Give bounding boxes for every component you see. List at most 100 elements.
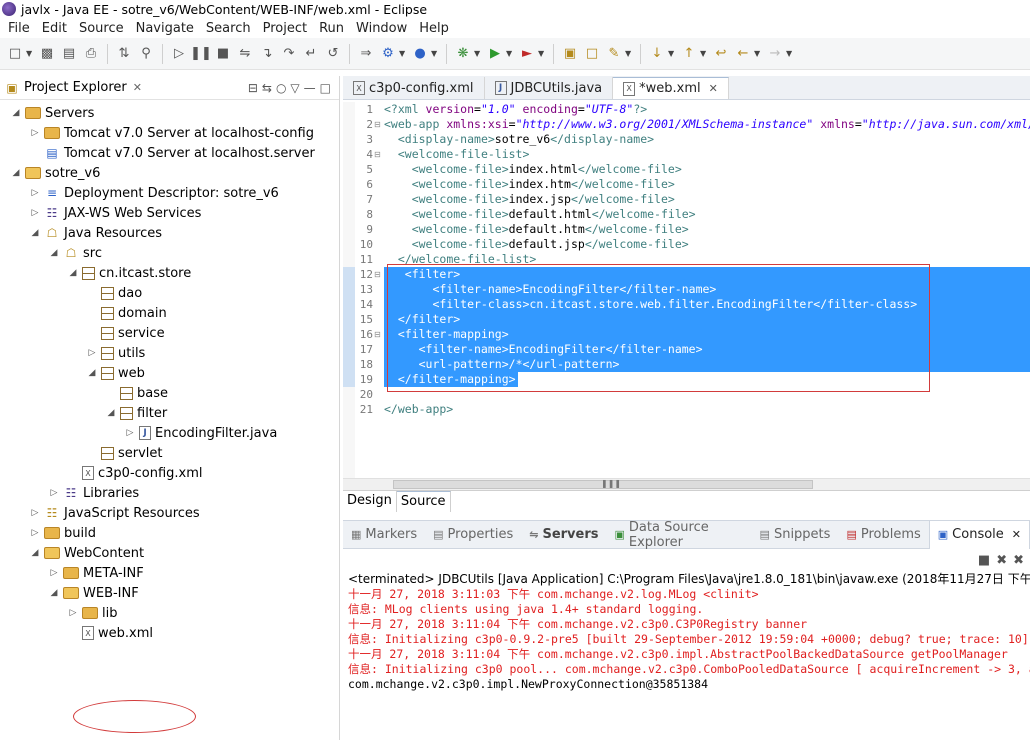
back-icon[interactable]: ← bbox=[732, 43, 754, 65]
tree-item[interactable]: ▷ ≡ Deployment Descriptor: sotre_v6 bbox=[29, 183, 279, 203]
tree-item[interactable]: dao bbox=[86, 283, 142, 303]
tab-c3p0-config[interactable]: X c3p0-config.xml bbox=[343, 77, 485, 99]
chevron-down-icon[interactable]: ▼ bbox=[474, 49, 482, 58]
chevron-down-icon[interactable]: ▼ bbox=[668, 49, 676, 58]
new-java-project-icon[interactable]: ▣ bbox=[559, 43, 581, 65]
tree-item[interactable]: ▷ J EncodingFilter.java bbox=[124, 423, 278, 443]
expanded-twisty-icon[interactable]: ◢ bbox=[105, 408, 117, 418]
minimize-icon[interactable]: — bbox=[304, 81, 316, 95]
tree-item[interactable]: ▷ lib bbox=[67, 603, 118, 623]
last-edit-icon[interactable]: ↩ bbox=[710, 43, 732, 65]
remove-all-terminated-icon[interactable]: ✖ bbox=[1013, 553, 1024, 568]
tree-item[interactable]: ◢ web bbox=[86, 363, 145, 383]
tab-servers[interactable]: ⇋ Servers bbox=[521, 521, 606, 549]
collapsed-twisty-icon[interactable]: ▷ bbox=[124, 428, 136, 438]
new-server-icon[interactable]: ⚙ bbox=[377, 43, 399, 65]
tree-item[interactable]: ▤ Tomcat v7.0 Server at localhost.server bbox=[29, 143, 314, 163]
project-explorer-title[interactable]: Project Explorer bbox=[24, 80, 127, 95]
tree-item[interactable]: ◢ cn.itcast.store bbox=[67, 263, 192, 283]
tab-web-xml[interactable]: X *web.xml ✕ bbox=[613, 77, 729, 99]
disconnect-icon[interactable]: ⇋ bbox=[234, 43, 256, 65]
chevron-down-icon[interactable]: ▼ bbox=[625, 49, 633, 58]
menu-source[interactable]: Source bbox=[73, 21, 130, 36]
save-icon[interactable]: ▩ bbox=[36, 43, 58, 65]
chevron-down-icon[interactable]: ▼ bbox=[26, 49, 34, 58]
step-return-icon[interactable]: ↵ bbox=[300, 43, 322, 65]
tab-jdbcutils[interactable]: J JDBCUtils.java bbox=[485, 77, 614, 99]
open-type-icon[interactable]: ⇅ bbox=[113, 43, 135, 65]
tab-data-source-explorer[interactable]: ▣ Data Source Explorer bbox=[606, 520, 751, 550]
menu-search[interactable]: Search bbox=[200, 21, 257, 36]
maximize-icon[interactable]: □ bbox=[320, 81, 331, 95]
tree-item[interactable]: ◢ sotre_v6 bbox=[10, 163, 101, 183]
open-perspective-icon[interactable]: □ bbox=[581, 43, 603, 65]
expanded-twisty-icon[interactable]: ◢ bbox=[10, 108, 22, 118]
fold-toggle-icon[interactable]: ⊟ bbox=[374, 147, 382, 162]
tree-item[interactable]: base bbox=[105, 383, 168, 403]
close-icon[interactable]: ✕ bbox=[1012, 528, 1021, 541]
tab-problems[interactable]: ▤ Problems bbox=[838, 521, 928, 549]
tree-item[interactable]: ▷ ☷ Libraries bbox=[48, 483, 140, 503]
chevron-down-icon[interactable]: ▼ bbox=[431, 49, 439, 58]
run-icon[interactable]: ▶ bbox=[484, 43, 506, 65]
tab-properties[interactable]: ▤ Properties bbox=[425, 521, 521, 549]
skip-breakpoints-icon[interactable]: ▷ bbox=[168, 43, 190, 65]
customize-view-icon[interactable]: ○ bbox=[276, 81, 286, 95]
tree-item[interactable]: ◢ ☖ src bbox=[48, 243, 102, 263]
tab-console[interactable]: ▣ Console ✕ bbox=[928, 520, 1030, 549]
tree-item[interactable]: domain bbox=[86, 303, 167, 323]
collapsed-twisty-icon[interactable]: ▷ bbox=[29, 508, 41, 518]
tree-item[interactable]: ◢ filter bbox=[105, 403, 168, 423]
menu-project[interactable]: Project bbox=[257, 21, 313, 36]
stop-icon[interactable]: ■ bbox=[978, 553, 990, 568]
terminate-icon[interactable]: ■ bbox=[212, 43, 234, 65]
open-web-browser-icon[interactable]: ● bbox=[409, 43, 431, 65]
link-with-editor-icon[interactable]: ⇆ bbox=[262, 81, 272, 95]
next-annotation-icon[interactable]: ↓ bbox=[646, 43, 668, 65]
horizontal-scrollbar[interactable]: ❚❚❚ bbox=[343, 478, 1030, 490]
chevron-down-icon[interactable]: ▼ bbox=[506, 49, 514, 58]
chevron-down-icon[interactable]: ▼ bbox=[399, 49, 407, 58]
close-icon[interactable]: ✕ bbox=[133, 81, 142, 94]
suspend-icon[interactable]: ❚❚ bbox=[190, 43, 212, 65]
chevron-down-icon[interactable]: ▼ bbox=[700, 49, 708, 58]
tree-item[interactable]: ▷ META-INF bbox=[48, 563, 144, 583]
pen-icon[interactable]: ✎ bbox=[603, 43, 625, 65]
expanded-twisty-icon[interactable]: ◢ bbox=[67, 268, 79, 278]
collapsed-twisty-icon[interactable]: ▷ bbox=[29, 528, 41, 538]
tab-markers[interactable]: ▦ Markers bbox=[343, 521, 425, 549]
tab-source[interactable]: Source bbox=[396, 491, 451, 512]
expanded-twisty-icon[interactable]: ◢ bbox=[10, 168, 22, 178]
forward-icon[interactable]: → bbox=[764, 43, 786, 65]
tree-item[interactable]: Xc3p0-config.xml bbox=[67, 463, 203, 483]
collapsed-twisty-icon[interactable]: ▷ bbox=[86, 348, 98, 358]
drop-frame-icon[interactable]: ↺ bbox=[322, 43, 344, 65]
expanded-twisty-icon[interactable]: ◢ bbox=[29, 228, 41, 238]
tree-item[interactable]: ◢ WEB-INF bbox=[48, 583, 139, 603]
save-all-icon[interactable]: ▤ bbox=[58, 43, 80, 65]
collapsed-twisty-icon[interactable]: ▷ bbox=[48, 568, 60, 578]
close-icon[interactable]: ✕ bbox=[709, 82, 718, 95]
menu-edit[interactable]: Edit bbox=[36, 21, 73, 36]
collapsed-twisty-icon[interactable]: ▷ bbox=[48, 488, 60, 498]
menu-help[interactable]: Help bbox=[413, 21, 455, 36]
collapsed-twisty-icon[interactable]: ▷ bbox=[67, 608, 79, 618]
menu-run[interactable]: Run bbox=[313, 21, 350, 36]
use-step-filters-icon[interactable]: ⇒ bbox=[355, 43, 377, 65]
tree-item[interactable]: ◢ ☖ Java Resources bbox=[29, 223, 162, 243]
remove-launch-icon[interactable]: ✖ bbox=[996, 553, 1007, 568]
tab-design[interactable]: Design bbox=[343, 491, 397, 512]
collapsed-twisty-icon[interactable]: ▷ bbox=[29, 188, 41, 198]
expanded-twisty-icon[interactable]: ◢ bbox=[29, 548, 41, 558]
tab-snippets[interactable]: ▤ Snippets bbox=[752, 521, 839, 549]
expanded-twisty-icon[interactable]: ◢ bbox=[48, 248, 60, 258]
previous-annotation-icon[interactable]: ↑ bbox=[678, 43, 700, 65]
debug-icon[interactable]: ❋ bbox=[452, 43, 474, 65]
tree-item[interactable]: ▷ ☷ JAX-WS Web Services bbox=[29, 203, 202, 223]
new-icon[interactable]: □ bbox=[4, 43, 26, 65]
print-icon[interactable]: ⎙ bbox=[80, 43, 102, 65]
collapsed-twisty-icon[interactable]: ▷ bbox=[29, 208, 41, 218]
chevron-down-icon[interactable]: ▼ bbox=[786, 49, 794, 58]
tree-item[interactable]: Xweb.xml bbox=[67, 623, 153, 643]
menu-file[interactable]: File bbox=[2, 21, 36, 36]
